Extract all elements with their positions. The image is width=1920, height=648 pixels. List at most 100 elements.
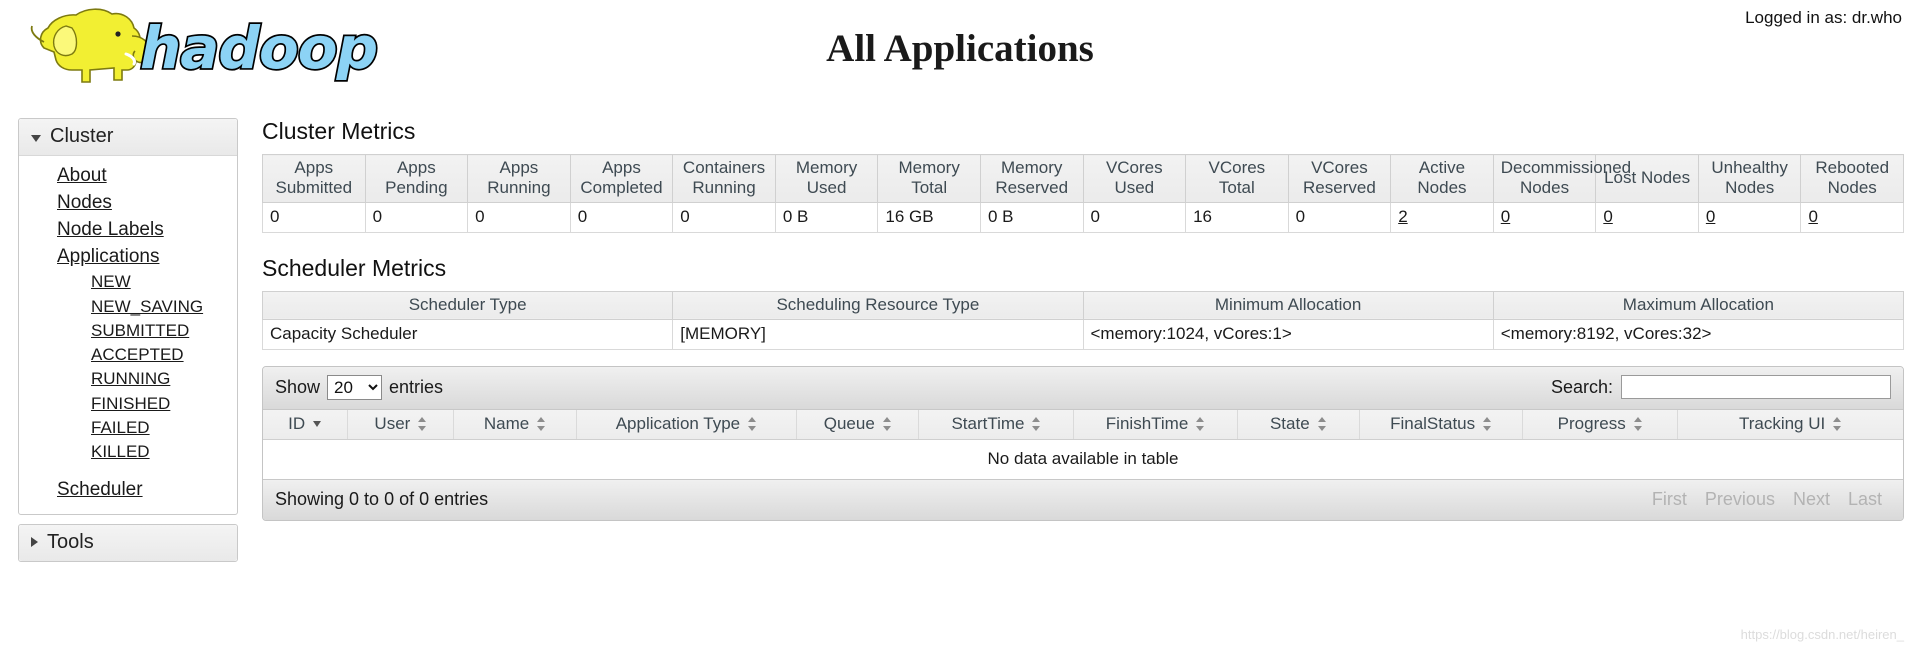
cluster-metric-header: Apps Submitted (262, 154, 366, 203)
column-header-label: Application Type (615, 413, 741, 433)
scheduler-metric-header: Scheduling Resource Type (672, 290, 1084, 320)
sidebar-panel-tools: Tools (18, 523, 238, 562)
scheduler-metric-value: Capacity Scheduler (261, 318, 674, 350)
sort-desc-icon (313, 417, 322, 431)
cluster-metric-header: Rebooted Nodes (1800, 154, 1904, 203)
column-header-label: User (374, 413, 411, 433)
search-label: Search: (1550, 376, 1613, 397)
cluster-metrics-header-row: Apps Submitted Apps Pending Apps Running Ap… (262, 154, 1904, 203)
column-header-state[interactable]: State (1237, 409, 1361, 440)
column-header-progress[interactable]: Progress (1522, 409, 1679, 440)
scheduler-metric-value: [MEMORY] (672, 318, 1084, 350)
cluster-metric-value[interactable]: 2 (1390, 201, 1494, 233)
datatable-toolbar: Show 20406080100 entries Search: (263, 366, 1903, 410)
cluster-metric-header: Decommissioned Nodes (1492, 154, 1631, 203)
column-header-id[interactable]: ID (263, 409, 349, 440)
cluster-metric-value: 0 (672, 201, 776, 233)
pagination-previous[interactable]: Previous (1696, 489, 1784, 510)
sidebar-item-running[interactable]: RUNNING (19, 367, 237, 391)
sidebar-item-scheduler[interactable]: Scheduler (19, 476, 237, 503)
sort-both-icon (1032, 416, 1041, 431)
column-header-finalstatus[interactable]: FinalStatus (1359, 409, 1524, 440)
sidebar-item-about[interactable]: About (19, 162, 237, 189)
page-header: hadoop All Applications Logged in as: dr… (0, 0, 1920, 100)
scheduler-metrics-header-row: Scheduler Type Scheduling Resource Type Mi… (261, 290, 1905, 320)
empty-message: No data available in table (263, 439, 1903, 479)
column-header-inner: User (374, 414, 427, 434)
sort-both-icon (537, 416, 546, 431)
cluster-metric-link[interactable]: 0 (1706, 207, 1715, 226)
cluster-metric-link[interactable]: 0 (1501, 207, 1510, 226)
pagination-first[interactable]: First (1643, 489, 1696, 510)
cluster-metrics-title: Cluster Metrics (262, 118, 416, 144)
column-header-application-type[interactable]: Application Type (576, 409, 798, 440)
column-header-inner: Queue (824, 414, 892, 434)
sidebar-tools-label: Tools (47, 530, 94, 553)
pagination-last[interactable]: Last (1839, 489, 1891, 510)
column-header-label: Queue (823, 413, 875, 433)
column-header-queue[interactable]: Queue (796, 409, 920, 440)
scheduler-metrics-table: Scheduler Type Scheduling Resource Type Mi… (261, 290, 1905, 350)
column-header-label: State (1269, 413, 1310, 433)
column-header-inner: State (1270, 414, 1327, 434)
sidebar-cluster-items: About Nodes Node Labels Applications NEW NEW_… (19, 156, 237, 514)
page-length-select[interactable]: 20406080100 (327, 374, 383, 400)
sidebar-item-killed[interactable]: KILLED (19, 440, 237, 464)
sort-both-icon (1196, 416, 1205, 431)
chevron-down-icon (31, 134, 41, 142)
cluster-metric-link[interactable]: 0 (1808, 207, 1817, 226)
sidebar-item-finished[interactable]: FINISHED (19, 392, 237, 416)
scheduler-metrics-value-row: Capacity Scheduler [MEMORY] <memory:1024, … (261, 318, 1905, 350)
sidebar-item-new[interactable]: NEW (19, 270, 237, 294)
cluster-metric-header: Unhealthy Nodes (1697, 154, 1802, 203)
column-header-inner: FinishTime (1106, 414, 1206, 434)
cluster-metric-value: 0 B (979, 201, 1084, 233)
cluster-metric-value: 0 (262, 201, 366, 233)
cluster-metric-value[interactable]: 0 (1492, 201, 1597, 233)
scheduler-metrics-title: Scheduler Metrics (262, 254, 447, 281)
sidebar-tools-header[interactable]: Tools (19, 524, 237, 561)
sort-both-icon (1833, 416, 1842, 431)
column-header-label: FinalStatus (1390, 413, 1476, 433)
sidebar-panel-cluster: Cluster About Nodes Node Labels Application… (18, 118, 238, 515)
pagination-next[interactable]: Next (1784, 489, 1839, 510)
scheduler-metric-value: <memory:1024, vCores:1> (1082, 318, 1494, 350)
cluster-metric-value[interactable]: 0 (1697, 201, 1802, 233)
cluster-metric-value: 0 B (774, 201, 879, 233)
sidebar-item-node-labels[interactable]: Node Labels (19, 216, 237, 243)
cluster-metric-header: Active Nodes (1390, 154, 1494, 203)
sidebar-item-nodes[interactable]: Nodes (19, 189, 237, 216)
cluster-metric-value: 16 (1185, 201, 1289, 233)
search-control: Search: (1550, 375, 1891, 400)
main-content: Cluster Metrics Apps Submitted Apps Pendi… (261, 118, 1905, 521)
column-header-starttime[interactable]: StartTime (918, 409, 1075, 440)
applications-body: No data available in table (263, 439, 1903, 479)
cluster-metric-link[interactable]: 0 (1603, 207, 1612, 226)
sidebar-item-applications[interactable]: Applications (19, 243, 237, 270)
column-header-inner: Progress (1558, 414, 1643, 434)
sidebar-item-accepted[interactable]: ACCEPTED (19, 343, 237, 367)
empty-row: No data available in table (263, 439, 1903, 479)
cluster-metric-value[interactable]: 0 (1800, 201, 1904, 233)
cluster-metric-value[interactable]: 0 (1595, 201, 1699, 233)
watermark: https://blog.csdn.net/heiren_ (1740, 627, 1904, 642)
sidebar-cluster-header[interactable]: Cluster (19, 119, 237, 156)
column-header-name[interactable]: Name (453, 409, 577, 440)
sidebar-item-new-saving[interactable]: NEW_SAVING (19, 295, 237, 319)
cluster-metrics-value-row: 000000 B 16 GB 0 B 0 16 0 2 0 0 0 0 (262, 201, 1904, 233)
cluster-metric-value: 0 (1287, 201, 1392, 233)
cluster-metric-link[interactable]: 2 (1398, 207, 1407, 226)
column-header-tracking-ui[interactable]: Tracking UI (1677, 409, 1903, 440)
search-input[interactable] (1621, 375, 1891, 400)
sidebar-item-submitted[interactable]: SUBMITTED (19, 319, 237, 343)
pagination: First Previous Next Last (1643, 489, 1891, 510)
cluster-metric-header: VCores Total (1185, 154, 1289, 203)
scheduler-metric-header: Minimum Allocation (1082, 290, 1494, 320)
column-header-user[interactable]: User (347, 409, 455, 440)
sidebar-cluster-label: Cluster (50, 125, 114, 147)
cluster-metric-header: VCores Reserved (1287, 154, 1392, 203)
applications-header-row: ID User Name Application Type Queue StartTime… (263, 409, 1903, 440)
sidebar-item-failed[interactable]: FAILED (19, 416, 237, 440)
column-header-finishtime[interactable]: FinishTime (1073, 409, 1238, 440)
